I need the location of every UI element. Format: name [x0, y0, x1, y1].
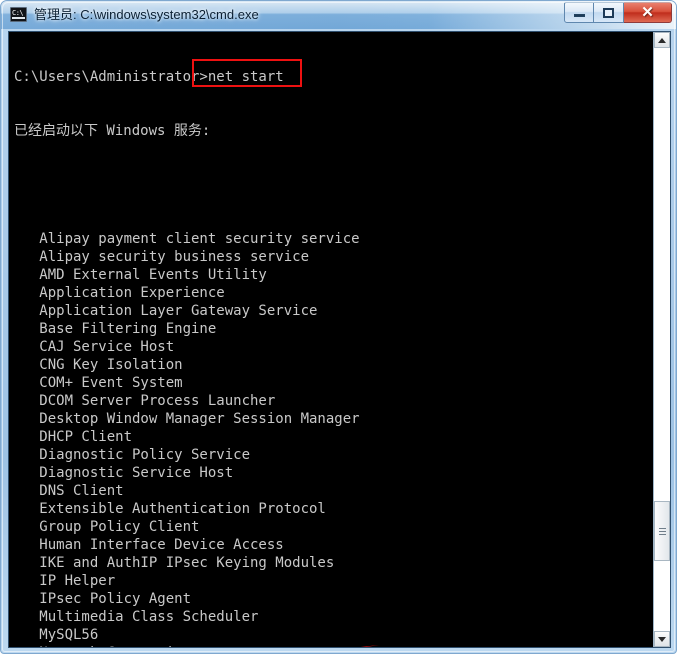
scrollbar-thumb[interactable] [654, 501, 670, 561]
console-line-service: IP Helper [14, 573, 116, 589]
console-line-service: Application Experience [14, 285, 225, 301]
cmd-window: C:\ 管理员: C:\windows\system32\cmd.exe ✕ C… [0, 0, 677, 654]
cmd-console-icon[interactable]: C:\ [10, 7, 27, 22]
minimize-button[interactable] [564, 2, 594, 23]
cmd-console-icon-bar [12, 17, 25, 19]
console-line-service: Group Policy Client [14, 519, 200, 535]
window-title: 管理员: C:\windows\system32\cmd.exe [34, 7, 259, 22]
console-line-service: Alipay payment client security service [14, 231, 360, 247]
console-output: C:\Users\Administrator>net start 已经启动以下 … [14, 32, 644, 647]
console-line-service: IKE and AuthIP IPsec Keying Modules [14, 555, 335, 571]
console-client-area[interactable]: C:\Users\Administrator>net start 已经启动以下 … [8, 31, 671, 648]
console-line-service: Alipay security business service [14, 249, 310, 265]
console-line-service: IPsec Policy Agent [14, 591, 192, 607]
scrollbar-track[interactable] [654, 48, 670, 631]
scroll-down-arrow[interactable] [654, 631, 670, 647]
console-line-service: Base Filtering Engine [14, 321, 217, 337]
close-icon: ✕ [641, 4, 654, 21]
console-line-service: DHCP Client [14, 429, 133, 445]
console-line-service: CNG Key Isolation [14, 357, 183, 373]
console-line-service: COM+ Event System [14, 375, 183, 391]
console-line-service: Diagnostic Policy Service [14, 447, 251, 463]
scrollbar-thumb-grip [659, 528, 666, 535]
console-line-prompt: C:\Users\Administrator>net start [14, 69, 284, 85]
console-line-header: 已经启动以下 Windows 服务: [14, 123, 211, 139]
scroll-up-arrow-icon [658, 37, 666, 43]
console-line-service: CAJ Service Host [14, 339, 175, 355]
maximize-restore-button[interactable] [594, 2, 624, 23]
title-bar[interactable]: C:\ 管理员: C:\windows\system32\cmd.exe ✕ [1, 1, 676, 29]
service-list: Alipay payment client security service A… [14, 230, 644, 647]
console-line-service: Human Interface Device Access [14, 537, 284, 553]
console-line-service: Network Connections [14, 644, 644, 647]
console-line-service: AMD External Events Utility [14, 267, 267, 283]
console-line-service: Multimedia Class Scheduler [14, 609, 259, 625]
scroll-up-arrow[interactable] [654, 32, 670, 48]
console-line-service: Extensible Authentication Protocol [14, 501, 326, 517]
console-line-service: DNS Client [14, 483, 124, 499]
cmd-console-icon-glyph: C:\ [12, 9, 24, 17]
console-line-service: Application Layer Gateway Service [14, 303, 318, 319]
maximize-icon [594, 3, 623, 22]
scroll-down-arrow-icon [658, 636, 666, 642]
close-button[interactable]: ✕ [624, 2, 672, 23]
minimize-icon [565, 3, 593, 22]
vertical-scrollbar[interactable] [653, 32, 670, 647]
console-line-service: Desktop Window Manager Session Manager [14, 411, 360, 427]
console-line-service: DCOM Server Process Launcher [14, 393, 276, 409]
console-line-service: Diagnostic Service Host [14, 465, 234, 481]
console-line-service: MySQL56 [14, 627, 99, 643]
